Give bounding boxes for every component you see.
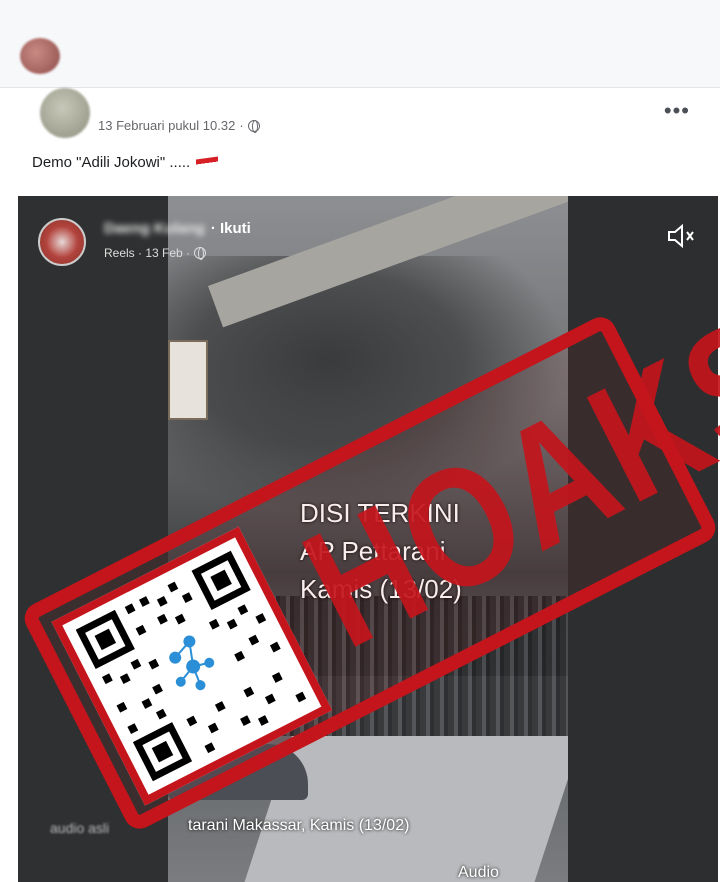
post-caption: Demo "Adili Jokowi" ..... [32, 154, 219, 171]
video-caption: tarani Makassar, Kamis (13/02) [188, 817, 410, 834]
post-timestamp[interactable]: 13 Februari pukul 10.32 [98, 118, 235, 133]
blurred-avatar[interactable] [20, 38, 60, 74]
audio-label[interactable]: Audio [458, 864, 499, 882]
facebook-post: 13 Februari pukul 10.32 · ••• Demo "Adil… [0, 88, 720, 882]
indonesia-flag-icon [196, 155, 219, 170]
globe-icon [247, 119, 260, 133]
more-options-icon[interactable]: ••• [664, 98, 690, 124]
mute-icon[interactable] [666, 224, 696, 248]
screenshot-page: 13 Februari pukul 10.32 · ••• Demo "Adil… [0, 0, 720, 882]
street-sign [168, 340, 208, 420]
reel-author-name[interactable]: Daeng Kulang [104, 220, 205, 237]
post-meta: 13 Februari pukul 10.32 · [98, 118, 260, 133]
reel-meta: Reels · 13 Feb · [104, 246, 207, 260]
video-caption-blurred: audio asli [50, 820, 110, 836]
reel-author: Daeng Kulang · Ikuti [104, 220, 251, 237]
previous-post-strip [0, 0, 720, 88]
poster-avatar[interactable] [40, 88, 90, 138]
globe-icon [194, 247, 207, 260]
follow-link[interactable]: · Ikuti [211, 220, 251, 237]
reel-meta-text: Reels · 13 Feb · [104, 246, 191, 260]
qr-code-graphic [75, 550, 307, 782]
reel-author-avatar[interactable] [38, 218, 86, 266]
caption-text: Demo "Adili Jokowi" ..... [32, 154, 191, 171]
